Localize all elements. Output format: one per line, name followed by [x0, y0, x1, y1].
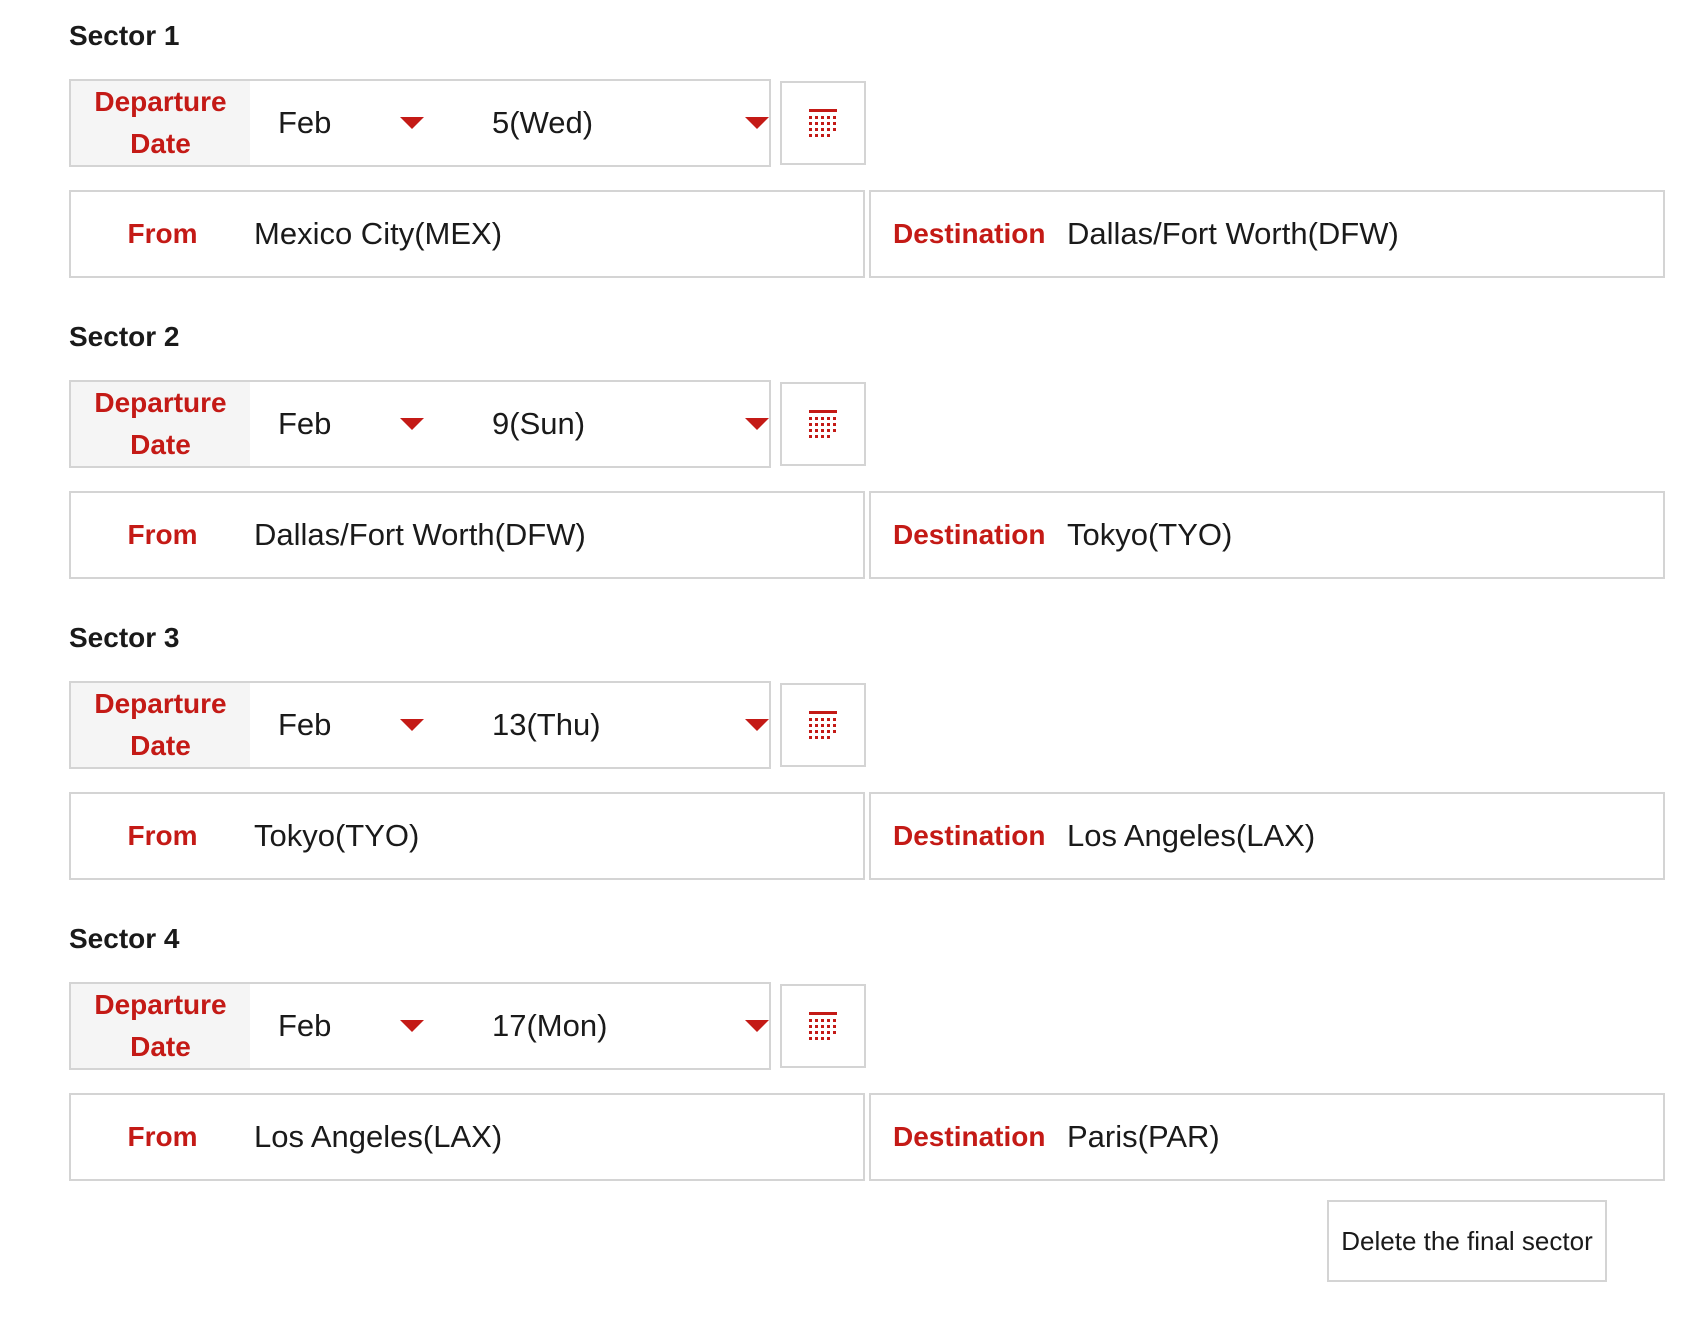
month-value: Feb — [278, 105, 332, 140]
month-select[interactable]: Feb — [250, 81, 450, 165]
sector-title: Sector 1 — [69, 20, 180, 51]
day-value: 9(Sun) — [492, 406, 586, 441]
from-field[interactable]: From Los Angeles(LAX) — [69, 1093, 865, 1181]
calendar-icon — [809, 1012, 837, 1040]
month-value: Feb — [278, 406, 332, 441]
calendar-button[interactable] — [780, 683, 866, 767]
destination-label: Destination — [893, 218, 1046, 249]
sector-title: Sector 2 — [69, 321, 180, 352]
departure-date-label: Departure Date — [71, 81, 250, 165]
destination-field[interactable]: Destination Tokyo(TYO) — [869, 491, 1665, 579]
day-value: 5(Wed) — [492, 105, 594, 140]
from-field[interactable]: From Mexico City(MEX) — [69, 190, 865, 278]
from-label: From — [127, 519, 198, 550]
departure-date-row: Departure Date Feb 5(Wed) — [69, 79, 771, 167]
caret-down-icon — [400, 117, 424, 129]
sector-title: Sector 3 — [69, 622, 180, 653]
month-select[interactable]: Feb — [250, 984, 450, 1068]
from-value: Dallas/Fort Worth(DFW) — [254, 517, 586, 552]
calendar-icon — [809, 109, 837, 137]
from-label: From — [127, 820, 198, 851]
caret-down-icon — [745, 418, 769, 430]
caret-down-icon — [400, 1020, 424, 1032]
caret-down-icon — [745, 1020, 769, 1032]
delete-final-sector-button[interactable]: Delete the final sector — [1327, 1200, 1607, 1282]
from-value: Mexico City(MEX) — [254, 216, 503, 251]
destination-value: Paris(PAR) — [1067, 1119, 1220, 1154]
sector-title: Sector 4 — [69, 923, 180, 954]
day-value: 17(Mon) — [492, 1008, 608, 1043]
sector-3: Sector 3 Departure Date Feb 13(Thu) From… — [69, 602, 1665, 902]
destination-label: Destination — [893, 820, 1046, 851]
calendar-icon — [809, 410, 837, 438]
destination-value: Dallas/Fort Worth(DFW) — [1067, 216, 1399, 251]
from-field[interactable]: From Tokyo(TYO) — [69, 792, 865, 880]
departure-date-row: Departure Date Feb 9(Sun) — [69, 380, 771, 468]
month-value: Feb — [278, 707, 332, 742]
from-label: From — [127, 1121, 198, 1152]
calendar-icon — [809, 711, 837, 739]
sector-2: Sector 2 Departure Date Feb 9(Sun) From … — [69, 301, 1665, 601]
day-select[interactable]: 9(Sun) — [450, 382, 769, 466]
multi-city-form: Sector 1 Departure Date Feb 5(Wed) From … — [0, 0, 1696, 1318]
sector-4: Sector 4 Departure Date Feb 17(Mon) From… — [69, 903, 1665, 1203]
destination-field[interactable]: Destination Paris(PAR) — [869, 1093, 1665, 1181]
departure-date-label: Departure Date — [71, 984, 250, 1068]
from-field[interactable]: From Dallas/Fort Worth(DFW) — [69, 491, 865, 579]
day-value: 13(Thu) — [492, 707, 601, 742]
day-select[interactable]: 5(Wed) — [450, 81, 769, 165]
destination-field[interactable]: Destination Dallas/Fort Worth(DFW) — [869, 190, 1665, 278]
departure-date-row: Departure Date Feb 17(Mon) — [69, 982, 771, 1070]
caret-down-icon — [400, 418, 424, 430]
month-value: Feb — [278, 1008, 332, 1043]
departure-date-label: Departure Date — [71, 683, 250, 767]
destination-value: Los Angeles(LAX) — [1067, 818, 1316, 853]
destination-field[interactable]: Destination Los Angeles(LAX) — [869, 792, 1665, 880]
day-select[interactable]: 13(Thu) — [450, 683, 769, 767]
from-value: Los Angeles(LAX) — [254, 1119, 503, 1154]
from-value: Tokyo(TYO) — [254, 818, 420, 853]
caret-down-icon — [745, 719, 769, 731]
calendar-button[interactable] — [780, 382, 866, 466]
caret-down-icon — [745, 117, 769, 129]
month-select[interactable]: Feb — [250, 683, 450, 767]
departure-date-row: Departure Date Feb 13(Thu) — [69, 681, 771, 769]
day-select[interactable]: 17(Mon) — [450, 984, 769, 1068]
month-select[interactable]: Feb — [250, 382, 450, 466]
destination-label: Destination — [893, 519, 1046, 550]
destination-value: Tokyo(TYO) — [1067, 517, 1233, 552]
destination-label: Destination — [893, 1121, 1046, 1152]
sector-1: Sector 1 Departure Date Feb 5(Wed) From … — [69, 0, 1665, 300]
calendar-button[interactable] — [780, 984, 866, 1068]
departure-date-label: Departure Date — [71, 382, 250, 466]
caret-down-icon — [400, 719, 424, 731]
calendar-button[interactable] — [780, 81, 866, 165]
from-label: From — [127, 218, 198, 249]
